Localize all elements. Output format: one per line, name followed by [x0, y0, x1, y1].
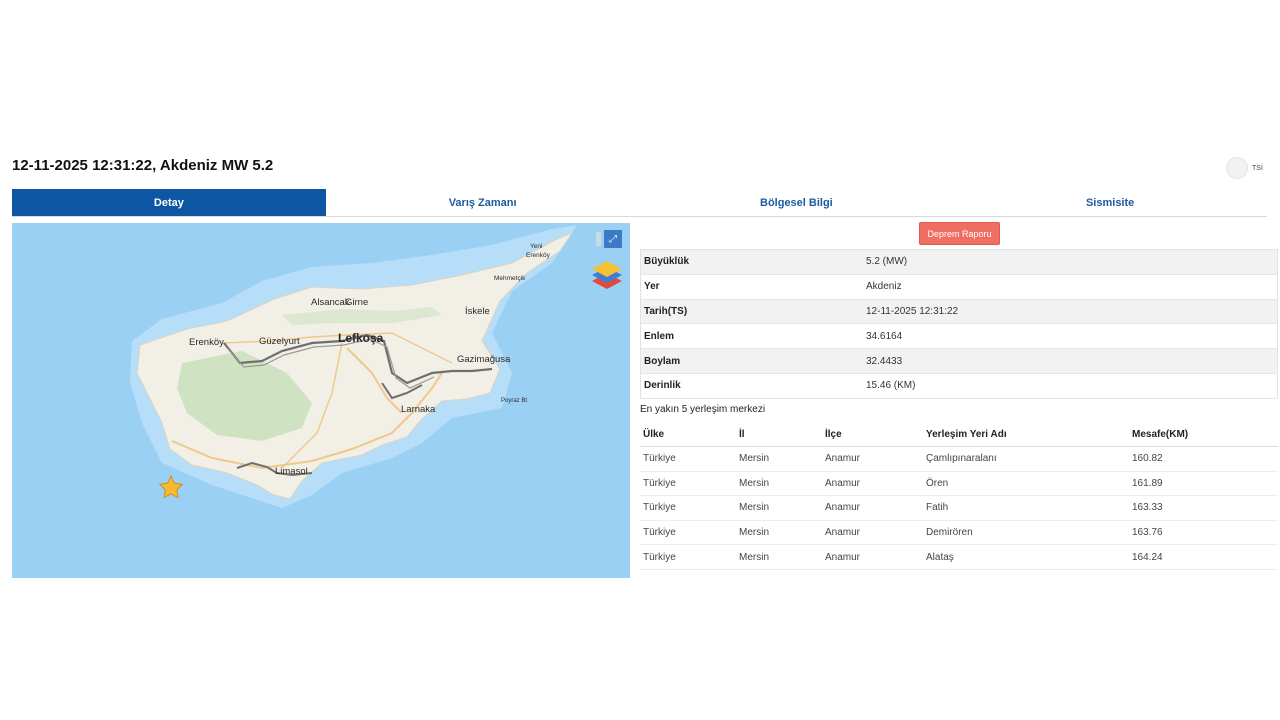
earthquake-info-table: Büyüklük 5.2 (MW) Yer Akdeniz Tarih(TS) 12-… — [640, 249, 1278, 399]
cell-ilce: Anamur — [822, 495, 923, 521]
column-header-yerlesim: Yerleşim Yeri Adı — [923, 423, 1129, 447]
expand-icon[interactable]: ⤢ — [604, 230, 622, 248]
layers-icon[interactable] — [592, 261, 622, 289]
cell-mesafe: 160.82 — [1129, 446, 1278, 472]
cell-ulke: Türkiye — [640, 544, 736, 570]
cell-mesafe: 161.89 — [1129, 471, 1278, 497]
map-canvas: Lefkoşa Alsancak Girne İskele Erenköy Gü… — [130, 225, 622, 508]
info-value: 15.46 (KM) — [863, 373, 1278, 399]
map-control-handle[interactable] — [596, 232, 601, 246]
cell-yerlesim: Çamlıpınaralanı — [923, 446, 1129, 472]
cell-ulke: Türkiye — [640, 520, 736, 546]
timezone-toggle[interactable]: TSİ — [1226, 157, 1263, 179]
label-alsancak: Alsancak — [311, 297, 350, 308]
table-row: Türkiye Mersin Anamur Ören 161.89 — [640, 471, 1278, 497]
tab-varis-zamani[interactable]: Varış Zamanı — [326, 189, 640, 216]
deprem-raporu-button[interactable]: Deprem Raporu — [919, 222, 1000, 245]
toggle-switch[interactable] — [1226, 157, 1248, 179]
label-iskele: İskele — [465, 306, 490, 317]
nearest-settlements-title: En yakın 5 yerleşim merkezi — [640, 404, 766, 415]
table-row: Derinlik 15.46 (KM) — [640, 373, 1278, 399]
cell-ulke: Türkiye — [640, 471, 736, 497]
cell-mesafe: 163.76 — [1129, 520, 1278, 546]
cell-mesafe: 164.24 — [1129, 544, 1278, 570]
star-icon[interactable] — [158, 475, 184, 499]
info-key: Tarih(TS) — [640, 299, 863, 325]
cell-ilce: Anamur — [822, 520, 923, 546]
cell-il: Mersin — [736, 495, 822, 521]
label-mehmetcik: Mehmetçik — [494, 275, 526, 282]
nearest-settlements-table: Ülke İl İlçe Yerleşim Yeri Adı Mesafe(KM… — [640, 423, 1278, 570]
cell-ulke: Türkiye — [640, 446, 736, 472]
column-header-ulke: Ülke — [640, 423, 736, 447]
label-lefkosa: Lefkoşa — [338, 331, 384, 345]
info-value: 32.4433 — [863, 348, 1278, 374]
column-header-il: İl — [736, 423, 822, 447]
cell-ilce: Anamur — [822, 544, 923, 570]
table-row: Türkiye Mersin Anamur Demirören 163.76 — [640, 520, 1278, 546]
info-value: 34.6164 — [863, 323, 1278, 350]
table-header-row: Ülke İl İlçe Yerleşim Yeri Adı Mesafe(KM… — [640, 423, 1278, 447]
info-key: Derinlik — [640, 373, 863, 399]
column-header-ilce: İlçe — [822, 423, 923, 447]
table-row: Yer Akdeniz — [640, 274, 1278, 300]
label-guzelyurt: Güzelyurt — [259, 336, 300, 347]
cell-ilce: Anamur — [822, 446, 923, 472]
table-row: Tarih(TS) 12-11-2025 12:31:22 — [640, 299, 1278, 325]
info-key: Boylam — [640, 348, 863, 374]
table-row: Türkiye Mersin Anamur Fatih 163.33 — [640, 495, 1278, 521]
label-erenkoy-east: Erenköy — [526, 252, 551, 259]
tab-bar: Detay Varış Zamanı Bölgesel Bilgi Sismis… — [12, 189, 1267, 217]
info-value: 5.2 (MW) — [863, 249, 1278, 275]
cell-ilce: Anamur — [822, 471, 923, 497]
tab-bolgesel-bilgi[interactable]: Bölgesel Bilgi — [640, 189, 954, 216]
cell-il: Mersin — [736, 520, 822, 546]
info-value: 12-11-2025 12:31:22 — [863, 299, 1278, 325]
cell-il: Mersin — [736, 471, 822, 497]
tab-sismisite[interactable]: Sismisite — [953, 189, 1267, 216]
label-larnaka: Larnaka — [401, 404, 436, 415]
table-row: Boylam 32.4433 — [640, 348, 1278, 374]
info-key: Büyüklük — [640, 249, 863, 275]
label-gazimagusa: Gazimağusa — [457, 354, 511, 365]
label-girne: Girne — [345, 297, 368, 308]
cell-ulke: Türkiye — [640, 495, 736, 521]
page-title: 12-11-2025 12:31:22, Akdeniz MW 5.2 — [12, 157, 274, 174]
cell-yerlesim: Alataş — [923, 544, 1129, 570]
table-row: Büyüklük 5.2 (MW) — [640, 249, 1278, 275]
label-yeni: Yeni — [530, 243, 542, 250]
tab-detay[interactable]: Detay — [12, 189, 326, 216]
label-limasol: Limasol — [275, 466, 308, 477]
earthquake-map[interactable]: Lefkoşa Alsancak Girne İskele Erenköy Gü… — [12, 223, 630, 578]
table-row: Enlem 34.6164 — [640, 323, 1278, 350]
toggle-label: TSİ — [1252, 164, 1263, 172]
table-row: Türkiye Mersin Anamur Alataş 164.24 — [640, 544, 1278, 570]
cell-yerlesim: Ören — [923, 471, 1129, 497]
label-erenkoy: Erenköy — [189, 337, 224, 348]
info-value: Akdeniz — [863, 274, 1278, 300]
info-key: Yer — [640, 274, 863, 300]
column-header-mesafe: Mesafe(KM) — [1129, 423, 1278, 447]
cell-il: Mersin — [736, 544, 822, 570]
cell-yerlesim: Demirören — [923, 520, 1129, 546]
cell-yerlesim: Fatih — [923, 495, 1129, 521]
info-key: Enlem — [640, 323, 863, 350]
label-poyraz: Poyraz Bt — [501, 398, 527, 404]
cell-il: Mersin — [736, 446, 822, 472]
cell-mesafe: 163.33 — [1129, 495, 1278, 521]
table-row: Türkiye Mersin Anamur Çamlıpınaralanı 16… — [640, 446, 1278, 472]
